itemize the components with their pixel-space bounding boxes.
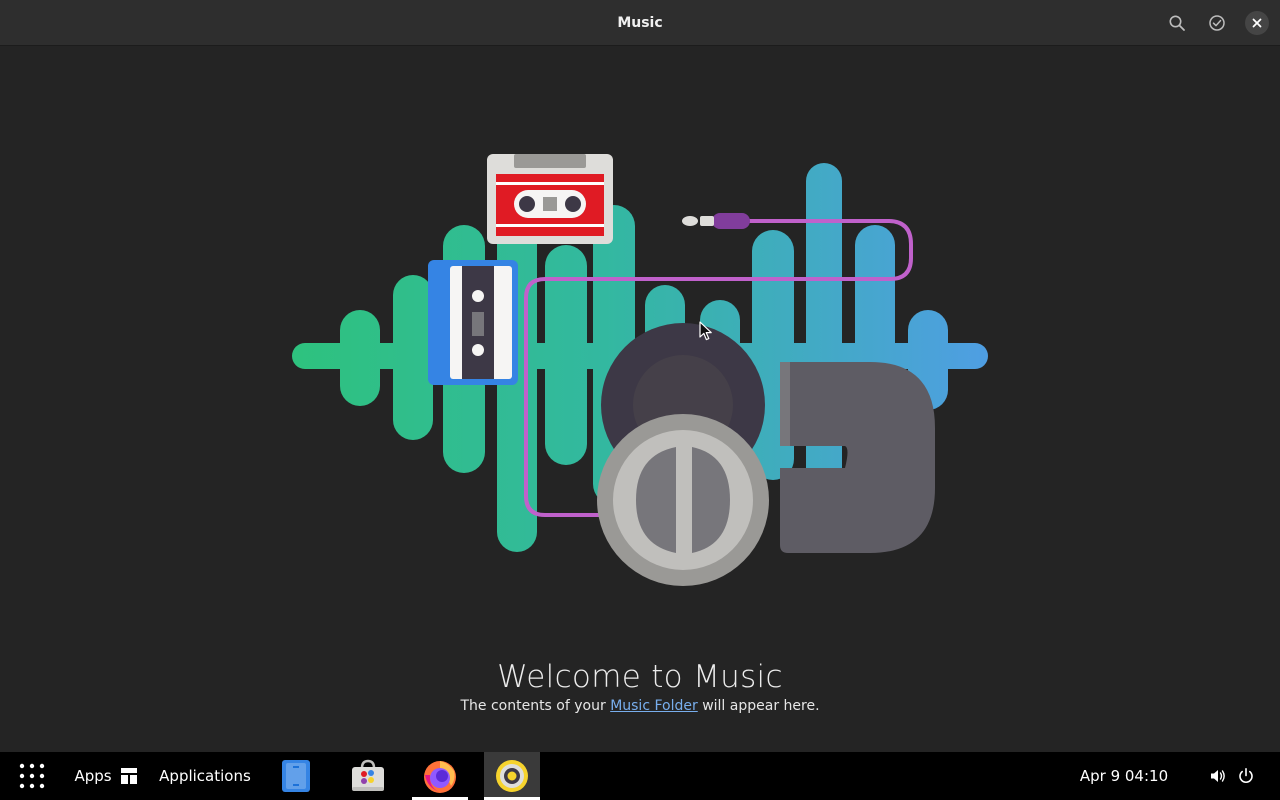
close-button[interactable] <box>1245 11 1269 35</box>
dock-files[interactable] <box>268 752 324 800</box>
apps-menu-button[interactable]: Apps <box>70 752 142 800</box>
music-app-icon <box>496 760 528 792</box>
dock-software[interactable] <box>340 752 396 800</box>
dock-firefox[interactable] <box>412 752 468 800</box>
firefox-icon <box>424 761 456 793</box>
volume-icon <box>1211 770 1225 782</box>
files-icon <box>282 760 310 792</box>
window-title: Music <box>617 15 663 31</box>
close-icon <box>1252 18 1262 28</box>
taskbar: Apps Applications Apr 9 04:10 <box>0 752 1280 800</box>
volume-button[interactable] <box>1206 752 1230 800</box>
welcome-desc-prefix: The contents of your <box>460 698 611 714</box>
welcome-description: The contents of your Music Folder will a… <box>0 698 1280 714</box>
window-layout-icon <box>120 768 137 784</box>
search-button[interactable] <box>1165 11 1189 35</box>
software-store-icon <box>352 759 384 791</box>
main-content: Welcome to Music The contents of your Mu… <box>0 47 1280 752</box>
check-circle-icon <box>1209 15 1225 31</box>
power-icon <box>1239 767 1253 783</box>
power-button[interactable] <box>1234 752 1258 800</box>
clock-label: Apr 9 04:10 <box>1079 767 1169 785</box>
app-grid-icon <box>19 763 45 789</box>
mouse-pointer-icon <box>699 321 712 341</box>
music-welcome-illustration <box>292 154 988 586</box>
header-bar: Music <box>0 0 1280 46</box>
applications-menu-button[interactable]: Applications <box>152 752 258 800</box>
show-apps-button[interactable] <box>14 752 50 800</box>
selection-mode-button[interactable] <box>1205 11 1229 35</box>
dock-music[interactable] <box>484 752 540 800</box>
welcome-title: Welcome to Music <box>497 659 783 695</box>
music-folder-link[interactable]: Music Folder <box>610 698 698 714</box>
applications-label: Applications <box>159 767 251 785</box>
welcome-desc-suffix: will appear here. <box>697 698 820 714</box>
apps-label: Apps <box>74 767 112 785</box>
clock[interactable]: Apr 9 04:10 <box>1070 752 1178 800</box>
search-icon <box>1169 15 1185 31</box>
